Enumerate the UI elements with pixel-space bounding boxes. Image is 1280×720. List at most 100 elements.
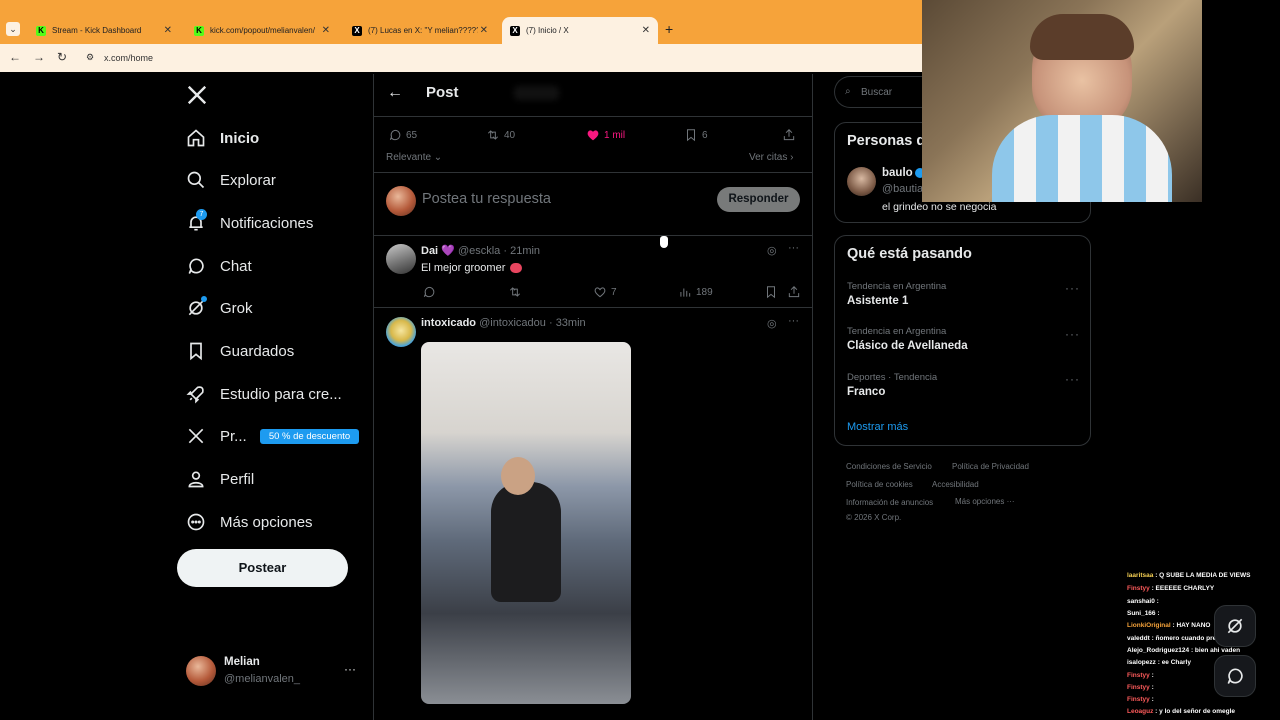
- card-title: Personas q: [847, 133, 926, 149]
- like-stat[interactable]: 7: [593, 285, 617, 299]
- reply-stat[interactable]: 65: [388, 128, 417, 142]
- premium-discount-badge[interactable]: 50 % de descuento: [260, 429, 359, 444]
- sidebar-item-mas-opciones[interactable]: Más opciones: [186, 507, 313, 537]
- close-tab-icon[interactable]: ✕: [480, 25, 488, 36]
- reply-author[interactable]: Dai 💜 @esckla · 21min: [421, 244, 540, 257]
- sidebar-item-grok[interactable]: Grok: [186, 293, 253, 323]
- browser-tab[interactable]: K kick.com/popout/melianvalen/ ✕: [186, 17, 338, 44]
- avatar[interactable]: [386, 317, 416, 347]
- avatar[interactable]: [847, 167, 876, 196]
- view-quotes-link[interactable]: Ver citas ›: [749, 152, 793, 163]
- chevron-down-icon: ⌄: [431, 152, 443, 163]
- sidebar-item-inicio[interactable]: Inicio: [186, 123, 259, 153]
- grok-dot: [201, 296, 207, 302]
- account-name: Melian: [224, 656, 260, 668]
- trends-card: Qué está pasando Tendencia en Argentina …: [834, 235, 1091, 446]
- bell-icon: 7: [186, 209, 207, 233]
- messages-floating-button[interactable]: [1214, 655, 1256, 697]
- sidebar-item-notificaciones[interactable]: 7 Notificaciones: [186, 208, 313, 238]
- forward-icon[interactable]: →: [33, 50, 45, 64]
- reload-icon[interactable]: ↻: [57, 50, 67, 64]
- reply-media[interactable]: [421, 342, 631, 704]
- more-icon[interactable]: ···: [344, 662, 356, 676]
- x-icon: X: [352, 25, 362, 36]
- heart-filled-icon: [587, 130, 599, 141]
- share-icon[interactable]: [787, 285, 805, 299]
- browser-tab[interactable]: X (7) Lucas en X: "Y melian????? ✕: [344, 17, 496, 44]
- trend-item[interactable]: Franco: [847, 386, 885, 398]
- new-tab-button[interactable]: +: [665, 21, 673, 37]
- trend-item[interactable]: Clásico de Avellaneda: [847, 340, 968, 352]
- post-button[interactable]: Postear: [177, 549, 348, 587]
- footer-link[interactable]: Política de Privacidad: [952, 462, 1029, 471]
- rocket-icon: [186, 384, 206, 404]
- browser-tab-bar: ⌄ K Stream - Kick Dashboard ✕ K kick.com…: [0, 0, 922, 44]
- avatar: [386, 186, 416, 216]
- grok-icon[interactable]: ◎: [767, 244, 777, 257]
- back-icon[interactable]: ←: [9, 50, 21, 64]
- close-tab-icon[interactable]: ✕: [642, 25, 650, 36]
- footer-link[interactable]: Información de anuncios: [846, 498, 933, 507]
- avatar[interactable]: [386, 244, 416, 274]
- chat-message: Finstyy :: [1127, 684, 1154, 691]
- chat-message: Suni_166 :: [1127, 610, 1160, 617]
- reply-button[interactable]: Responder: [717, 187, 800, 212]
- footer-link[interactable]: Accesibilidad: [932, 480, 979, 489]
- more-icon[interactable]: ···: [1065, 372, 1080, 386]
- footer-link[interactable]: Condiciones de Servicio: [846, 462, 932, 471]
- grok-icon[interactable]: ◎: [767, 317, 777, 330]
- footer-link[interactable]: Política de cookies: [846, 480, 913, 489]
- more-icon[interactable]: ···: [1065, 327, 1080, 341]
- tab-list-button[interactable]: ⌄: [6, 22, 20, 36]
- share-icon[interactable]: [782, 128, 800, 142]
- sidebar-item-explorar[interactable]: Explorar: [186, 165, 276, 195]
- sidebar-item-guardados[interactable]: Guardados: [186, 336, 294, 366]
- more-icon[interactable]: ···: [1065, 281, 1080, 295]
- close-tab-icon[interactable]: ✕: [164, 25, 172, 36]
- person-icon: [186, 469, 206, 489]
- follow-name[interactable]: baulo: [882, 167, 913, 179]
- follow-handle: @bautia: [882, 183, 924, 195]
- reply-icon[interactable]: [422, 285, 440, 299]
- chat-message: Finstyy :: [1127, 672, 1154, 679]
- views-stat[interactable]: 189: [678, 285, 713, 299]
- more-icon[interactable]: ···: [788, 315, 799, 327]
- sidebar-item-chat[interactable]: Chat: [186, 251, 252, 281]
- trend-item[interactable]: Asistente 1: [847, 295, 908, 307]
- reply-icon: [389, 129, 401, 141]
- grok-icon: [1227, 618, 1243, 634]
- account-switcher[interactable]: Melian @melianvalen_ ···: [180, 650, 370, 692]
- close-tab-icon[interactable]: ✕: [322, 25, 330, 36]
- repost-icon[interactable]: [508, 285, 526, 299]
- webcam-person-hair: [1030, 14, 1134, 60]
- site-info-icon[interactable]: ⚙: [86, 52, 94, 63]
- bookmark-stat[interactable]: 6: [684, 128, 708, 142]
- reply-author[interactable]: intoxicado @intoxicadou · 33min: [421, 317, 586, 329]
- card-title: Qué está pasando: [847, 246, 972, 262]
- browser-tab-active[interactable]: X (7) Inicio / X ✕: [502, 17, 658, 44]
- media-subject: [491, 482, 561, 602]
- grok-floating-button[interactable]: [1214, 605, 1256, 647]
- like-stat[interactable]: 1 mil: [586, 128, 625, 142]
- sidebar-item-estudio[interactable]: Estudio para cre...: [186, 379, 342, 409]
- back-arrow-icon[interactable]: ←: [387, 84, 403, 102]
- reply-text: El mejor groomer: [421, 262, 523, 274]
- bookmark-icon[interactable]: [764, 285, 782, 299]
- repost-stat[interactable]: 40: [486, 128, 515, 142]
- webcam-overlay: [922, 0, 1202, 202]
- follow-bio: el grindeo no se negocia: [882, 201, 997, 213]
- grok-icon: [186, 296, 207, 318]
- more-icon[interactable]: ···: [788, 242, 799, 254]
- sort-dropdown[interactable]: Relevante ⌄: [386, 152, 442, 163]
- url-input[interactable]: ⚙ x.com/home: [80, 48, 910, 68]
- sidebar-item-perfil[interactable]: Perfil: [186, 464, 254, 494]
- browser-tab[interactable]: K Stream - Kick Dashboard ✕: [28, 17, 180, 44]
- chat-message: laaritsaa : Q SUBE LA MEDIA DE VIEWS: [1127, 572, 1251, 579]
- show-more-link[interactable]: Mostrar más: [847, 421, 908, 433]
- footer-link[interactable]: Más opciones ···: [955, 497, 1015, 506]
- x-icon: X: [510, 25, 520, 36]
- sidebar-item-premium[interactable]: Pr...: [186, 421, 247, 451]
- media-head: [501, 457, 535, 495]
- x-logo-icon[interactable]: [186, 84, 208, 106]
- reply-input[interactable]: Postea tu respuesta: [422, 191, 551, 207]
